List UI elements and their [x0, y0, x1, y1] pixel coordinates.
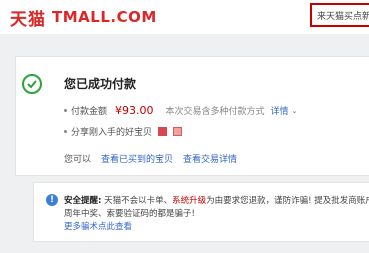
- notice-text-red: 系统升级: [172, 196, 207, 206]
- chevron-down-icon[interactable]: ⌄: [292, 107, 298, 115]
- notice-line-1: 安全提醒: 天猫不会以卡单、系统升级为由要求您退款，谨防诈骗! 提及批发商账户: [64, 194, 369, 206]
- amount-label: 付款金额: [71, 107, 108, 117]
- share-label: 分享刚入手的好宝贝: [71, 128, 153, 138]
- details-link[interactable]: 详情: [271, 104, 289, 117]
- logo-chinese: 天猫: [10, 9, 46, 30]
- notice-text-b: 为由要求您退款，谨防诈骗! 提及批发商账户: [206, 196, 369, 206]
- bullet: [64, 130, 67, 133]
- bullet: [64, 109, 67, 112]
- notice-line-2: 周年中奖、索要验证码的都是骗子!: [64, 209, 195, 219]
- top-header: 天猫 TMALL.COM 来天猫买点新鲜: [0, 0, 369, 34]
- success-title: 您已成功付款: [64, 77, 137, 91]
- amount-row: 付款金额 ¥93.00 本次交易含多种付款方式 详情 ⌄: [64, 104, 297, 117]
- view-trade-link[interactable]: 查看交易详情: [183, 152, 237, 165]
- amount-value: ¥93.00: [115, 104, 154, 117]
- share-icon[interactable]: [173, 127, 183, 136]
- amount-note: 本次交易含多种付款方式: [165, 107, 265, 117]
- info-icon: !: [46, 194, 58, 206]
- notice-more-link[interactable]: 更多骗术点此查看: [64, 220, 132, 232]
- you-can-label: 您可以: [64, 155, 92, 165]
- success-check-icon: [22, 74, 42, 94]
- view-purchased-link[interactable]: 查看已买到的宝贝: [101, 152, 173, 165]
- weibo-share-icon[interactable]: [158, 127, 168, 136]
- search-input[interactable]: 来天猫买点新鲜: [310, 3, 369, 27]
- search-placeholder: 来天猫买点新鲜: [317, 12, 369, 22]
- logo-english: TMALL.COM: [52, 8, 157, 26]
- tmall-logo[interactable]: 天猫 TMALL.COM: [10, 6, 157, 30]
- notice-text-a: 天猫不会以卡单、: [104, 196, 173, 206]
- actions-row: 您可以 查看已买到的宝贝 查看交易详情: [64, 152, 237, 165]
- share-row: 分享刚入手的好宝贝: [64, 125, 183, 138]
- notice-heading: 安全提醒:: [64, 196, 102, 206]
